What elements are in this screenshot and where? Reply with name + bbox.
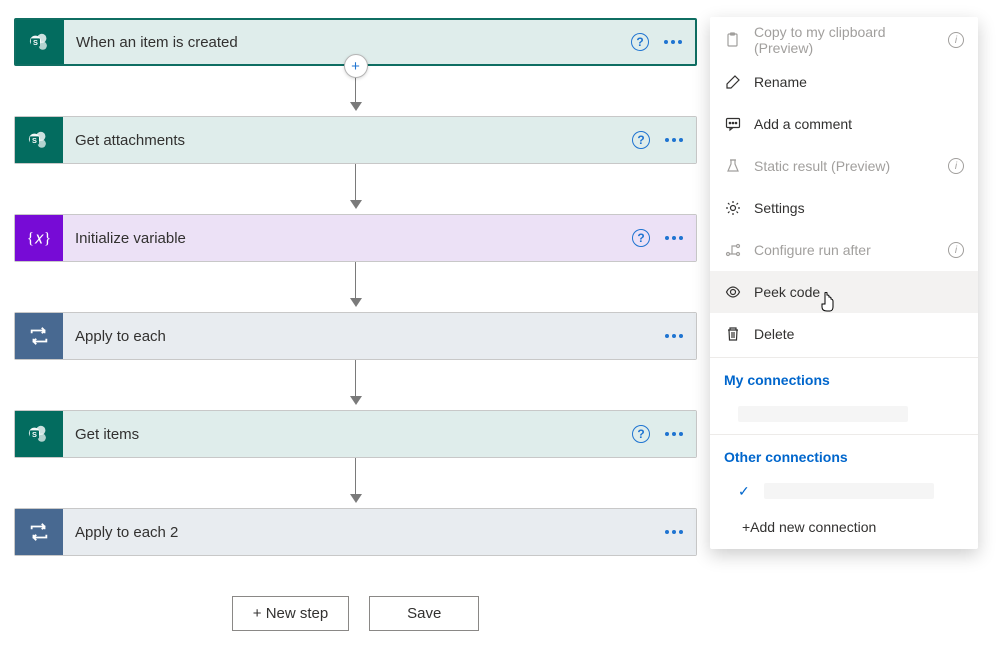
step-apply-to-each-2[interactable]: Apply to each 2 xyxy=(14,508,697,556)
check-icon: ✓ xyxy=(738,483,750,500)
loop-icon xyxy=(15,313,63,359)
connector-arrow: + xyxy=(14,66,697,116)
branch-icon xyxy=(724,242,742,258)
connector-arrow xyxy=(14,360,697,410)
menu-settings[interactable]: Settings xyxy=(710,187,978,229)
menu-item-label: Add a comment xyxy=(754,116,964,132)
info-icon: i xyxy=(948,158,964,174)
menu-item-label: Delete xyxy=(754,326,964,342)
help-icon[interactable]: ? xyxy=(632,229,650,247)
menu-peek-code[interactable]: Peek code xyxy=(710,271,978,313)
more-menu-button[interactable] xyxy=(662,520,686,544)
more-menu-button[interactable] xyxy=(661,30,685,54)
info-icon: i xyxy=(948,242,964,258)
trash-icon xyxy=(724,326,742,342)
step-initialize-variable[interactable]: {𝑥} Initialize variable ? xyxy=(14,214,697,262)
more-menu-button[interactable] xyxy=(662,226,686,250)
step-title: Initialize variable xyxy=(63,215,632,261)
step-apply-to-each[interactable]: Apply to each xyxy=(14,312,697,360)
connector-arrow xyxy=(14,262,697,312)
gear-icon xyxy=(724,200,742,216)
pencil-icon xyxy=(724,74,742,90)
menu-add-comment[interactable]: Add a comment xyxy=(710,103,978,145)
svg-text:S: S xyxy=(33,38,38,47)
connector-arrow xyxy=(14,458,697,508)
menu-delete[interactable]: Delete xyxy=(710,313,978,355)
more-menu-button[interactable] xyxy=(662,324,686,348)
step-title: Get attachments xyxy=(63,117,632,163)
menu-item-label: Static result (Preview) xyxy=(754,158,936,174)
svg-text:{𝑥}: {𝑥} xyxy=(27,229,52,247)
new-step-button[interactable]: + New step xyxy=(232,596,349,631)
my-connections-heading: My connections xyxy=(710,360,978,396)
step-title: Apply to each xyxy=(63,313,662,359)
connection-name-placeholder xyxy=(738,406,908,422)
menu-static-result: Static result (Preview) i xyxy=(710,145,978,187)
add-new-connection[interactable]: +Add new connection xyxy=(710,509,978,547)
menu-item-label: Copy to my clipboard (Preview) xyxy=(754,24,936,56)
context-menu: Copy to my clipboard (Preview) i Rename … xyxy=(710,17,978,549)
menu-copy-clipboard: Copy to my clipboard (Preview) i xyxy=(710,19,978,61)
menu-separator xyxy=(710,357,978,358)
more-menu-button[interactable] xyxy=(662,128,686,152)
menu-item-label: Configure run after xyxy=(754,242,936,258)
step-get-attachments[interactable]: S Get attachments ? xyxy=(14,116,697,164)
comment-icon xyxy=(724,116,742,132)
other-connections-heading: Other connections xyxy=(710,437,978,473)
save-button[interactable]: Save xyxy=(369,596,479,631)
variable-icon: {𝑥} xyxy=(15,215,63,261)
menu-item-label: Settings xyxy=(754,200,964,216)
connection-name-placeholder xyxy=(764,483,934,499)
add-step-button[interactable]: + xyxy=(344,54,368,78)
menu-separator xyxy=(710,434,978,435)
loop-icon xyxy=(15,509,63,555)
help-icon[interactable]: ? xyxy=(632,131,650,149)
step-title: Apply to each 2 xyxy=(63,509,662,555)
flask-icon xyxy=(724,158,742,174)
connection-row[interactable] xyxy=(710,396,978,432)
more-menu-button[interactable] xyxy=(662,422,686,446)
info-icon: i xyxy=(948,32,964,48)
svg-text:S: S xyxy=(32,430,37,439)
sharepoint-icon: S xyxy=(16,20,64,64)
menu-item-label: Rename xyxy=(754,74,964,90)
help-icon[interactable]: ? xyxy=(632,425,650,443)
eye-icon xyxy=(724,284,742,300)
menu-configure-run-after: Configure run after i xyxy=(710,229,978,271)
connection-row-selected[interactable]: ✓ xyxy=(710,473,978,509)
sharepoint-icon: S xyxy=(15,411,63,457)
help-icon[interactable]: ? xyxy=(631,33,649,51)
connector-arrow xyxy=(14,164,697,214)
flow-canvas: S When an item is created ? + S Get atta… xyxy=(14,18,697,631)
sharepoint-icon: S xyxy=(15,117,63,163)
menu-rename[interactable]: Rename xyxy=(710,61,978,103)
menu-item-label: Peek code xyxy=(754,284,964,300)
copy-icon xyxy=(724,32,742,48)
bottom-toolbar: + New step Save xyxy=(14,596,697,631)
step-get-items[interactable]: S Get items ? xyxy=(14,410,697,458)
svg-text:S: S xyxy=(32,136,37,145)
step-title: Get items xyxy=(63,411,632,457)
